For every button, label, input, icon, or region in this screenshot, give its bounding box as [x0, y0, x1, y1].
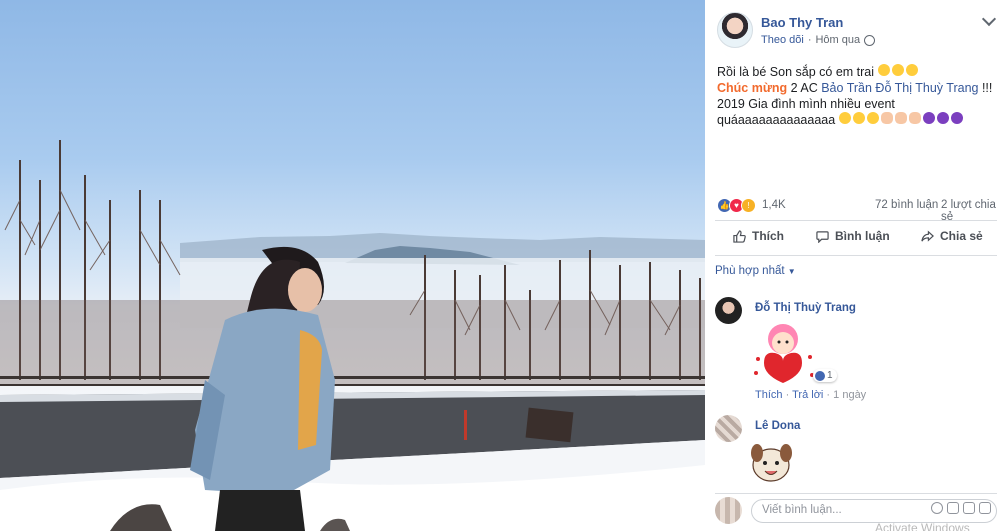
emoji-group-2	[838, 112, 964, 124]
share-icon	[921, 230, 934, 242]
comment-actions: Thích · Trả lời · 1 ngày	[755, 389, 866, 401]
clap-emoji-icon	[908, 112, 921, 124]
smile-emoji-icon	[866, 112, 879, 124]
smile-emoji-icon	[852, 112, 865, 124]
sticker-icon[interactable]	[979, 502, 991, 514]
thumbs-up-icon	[733, 229, 746, 243]
post-photo[interactable]	[0, 0, 705, 531]
tagged-people[interactable]: Bảo Trần Đỗ Thị Thuỳ Trang	[821, 81, 978, 95]
divider	[715, 255, 997, 256]
author-avatar[interactable]	[717, 12, 753, 48]
comment-like-link[interactable]: Thích	[755, 389, 783, 401]
smile-emoji-icon	[838, 112, 851, 124]
post-line-3: 2019 Gia đình mình nhiều event	[717, 97, 895, 111]
comment-button[interactable]: Bình luận	[816, 229, 890, 243]
share-label: Chia sẻ	[940, 229, 983, 243]
comment-reply-link[interactable]: Trả lời	[792, 389, 823, 401]
post-line-2: Chúc mừng 2 AC Bảo Trần Đỗ Thị Thuỳ Tran…	[717, 80, 995, 96]
star-eyes-emoji-icon	[922, 112, 935, 124]
windows-watermark: Activate Windows	[875, 521, 970, 531]
post-excl: !!!	[978, 81, 993, 95]
post-line-4: quáaaaaaaaaaaaaaa	[717, 112, 995, 128]
dog-sticker[interactable]	[749, 441, 794, 491]
clap-emoji-icon	[880, 112, 893, 124]
photo-scene	[0, 140, 705, 531]
post-stats: 👍 ♥ ! 1,4K 72 bình luận 2 lượt chia sẻ	[717, 196, 997, 223]
reaction-icons[interactable]: 👍 ♥ !	[717, 198, 756, 213]
comment-time[interactable]: 1 ngày	[833, 389, 866, 401]
like-button[interactable]: Thích	[733, 229, 784, 243]
commenter-name[interactable]: Lê Dona	[755, 420, 800, 432]
comment-count[interactable]: 72 bình luận	[875, 199, 938, 211]
chevron-down-icon[interactable]	[981, 11, 997, 27]
comment-reactions[interactable]: 1	[813, 369, 837, 382]
post-line-1: Rồi là bé Son sắp có em trai	[717, 64, 995, 80]
star-eyes-emoji-icon	[950, 112, 963, 124]
post-time[interactable]: Hôm qua	[815, 34, 860, 46]
gif-icon[interactable]	[963, 502, 975, 514]
author-name[interactable]: Bao Thy Tran	[761, 15, 843, 30]
separator: ·	[826, 389, 831, 401]
grin-emoji-icon	[905, 64, 918, 76]
comment-label: Bình luận	[835, 229, 890, 243]
post-line-4-text: quáaaaaaaaaaaaaaa	[717, 113, 836, 127]
caret-down-icon: ▼	[787, 267, 796, 276]
comment-icon	[816, 230, 829, 243]
commenter-name[interactable]: Đỗ Thị Thuỳ Trang	[755, 302, 856, 314]
post-meta: Theo dõi · Hôm qua	[761, 34, 876, 46]
action-bar: Thích Bình luận Chia sẻ	[717, 226, 999, 250]
heart-sticker[interactable]	[750, 319, 820, 389]
post-mid-text: 2 AC	[787, 81, 822, 95]
commenter-avatar[interactable]	[715, 415, 742, 442]
emoji-group-1	[877, 64, 919, 76]
comment-sort-dropdown[interactable]: Phù hợp nhất ▼	[715, 265, 796, 277]
star-eyes-emoji-icon	[936, 112, 949, 124]
comment-item: Lê Dona	[715, 415, 997, 495]
grin-emoji-icon	[877, 64, 890, 76]
clap-emoji-icon	[894, 112, 907, 124]
globe-icon	[864, 34, 876, 46]
composer-icons	[931, 502, 991, 514]
post-line-1-text: Rồi là bé Son sắp có em trai	[717, 65, 875, 79]
comment-item: Đỗ Thị Thuỳ Trang 1 Thích · Trả lời · 1 …	[715, 297, 997, 407]
divider	[715, 493, 997, 494]
congrats-text: Chúc mừng	[717, 81, 788, 95]
emoji-icon[interactable]	[931, 502, 943, 514]
like-icon	[815, 370, 825, 381]
share-button[interactable]: Chia sẻ	[921, 229, 983, 243]
user-avatar[interactable]	[715, 497, 742, 524]
grin-emoji-icon	[891, 64, 904, 76]
meta-separator: ·	[807, 34, 812, 46]
comment-reaction-count: 1	[827, 370, 833, 381]
separator: ·	[785, 389, 790, 401]
post-panel: Bao Thy Tran Theo dõi · Hôm qua Rồi là b…	[705, 0, 1000, 531]
post-header: Bao Thy Tran Theo dõi · Hôm qua	[705, 0, 1000, 56]
sort-label: Phù hợp nhất	[715, 265, 785, 277]
follow-link[interactable]: Theo dõi	[761, 34, 804, 46]
like-label: Thích	[752, 229, 784, 243]
post-text: Rồi là bé Son sắp có em trai Chúc mừng 2…	[717, 64, 995, 128]
reaction-count[interactable]: 1,4K	[762, 199, 786, 211]
wow-icon: !	[741, 198, 756, 213]
comment-input-placeholder: Viết bình luận...	[762, 504, 842, 516]
divider	[715, 220, 997, 221]
commenter-avatar[interactable]	[715, 297, 742, 324]
camera-icon[interactable]	[947, 502, 959, 514]
